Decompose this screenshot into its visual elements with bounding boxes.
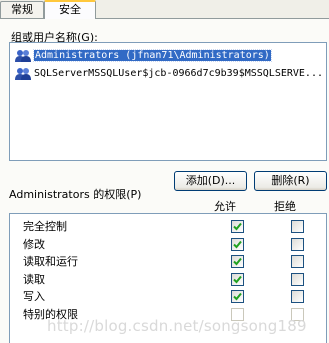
permission-row: 修改 [21, 237, 321, 252]
list-item-label: Administrators (jfnan71\Administrators) [33, 49, 272, 62]
permission-name: 读取 [23, 272, 45, 286]
list-item-sqlserver-user[interactable]: SQLServerMSSQLUser$jcb-0966d7c9b39$MSSQL… [12, 66, 324, 82]
deny-checkbox[interactable] [291, 220, 304, 233]
allow-checkbox[interactable] [231, 255, 244, 268]
permission-row: 读取 [21, 272, 321, 287]
permission-name: 修改 [23, 237, 45, 251]
deny-column-header: 拒绝 [274, 200, 296, 213]
tab-security[interactable]: 安全 [44, 0, 96, 19]
permissions-label: Administrators 的权限(P) [9, 188, 142, 201]
allow-checkbox[interactable] [231, 237, 244, 251]
list-item-administrators[interactable]: Administrators (jfnan71\Administrators) [12, 48, 324, 64]
allow-column-header: 允许 [214, 200, 236, 213]
users-list[interactable]: Administrators (jfnan71\Administrators) … [9, 42, 327, 161]
list-item-label: SQLServerMSSQLUser$jcb-0966d7c9b39$MSSQL… [34, 68, 323, 79]
deny-checkbox[interactable] [291, 290, 304, 303]
allow-checkbox[interactable] [231, 272, 244, 286]
permission-name: 读取和运行 [23, 255, 78, 268]
permission-row: 写入 [21, 289, 321, 304]
deny-checkbox[interactable] [291, 272, 304, 286]
watermark: http://blog.csdn.net/songsong189 [47, 317, 307, 335]
tab-general[interactable]: 常规 [0, 1, 44, 18]
allow-checkbox[interactable] [231, 220, 244, 233]
permission-name: 写入 [23, 290, 45, 303]
allow-checkbox[interactable] [231, 290, 244, 303]
user-group-icon [15, 68, 31, 80]
remove-button[interactable]: 删除(R) [254, 171, 327, 191]
permission-row: 读取和运行 [21, 254, 321, 269]
permission-name: 完全控制 [23, 220, 67, 233]
tab-strip: 常规 安全 [0, 0, 329, 19]
permission-row: 完全控制 [21, 219, 321, 234]
user-group-icon [15, 50, 31, 62]
deny-checkbox[interactable] [291, 255, 304, 268]
deny-checkbox[interactable] [291, 237, 304, 251]
add-button[interactable]: 添加(D)... [174, 171, 247, 191]
